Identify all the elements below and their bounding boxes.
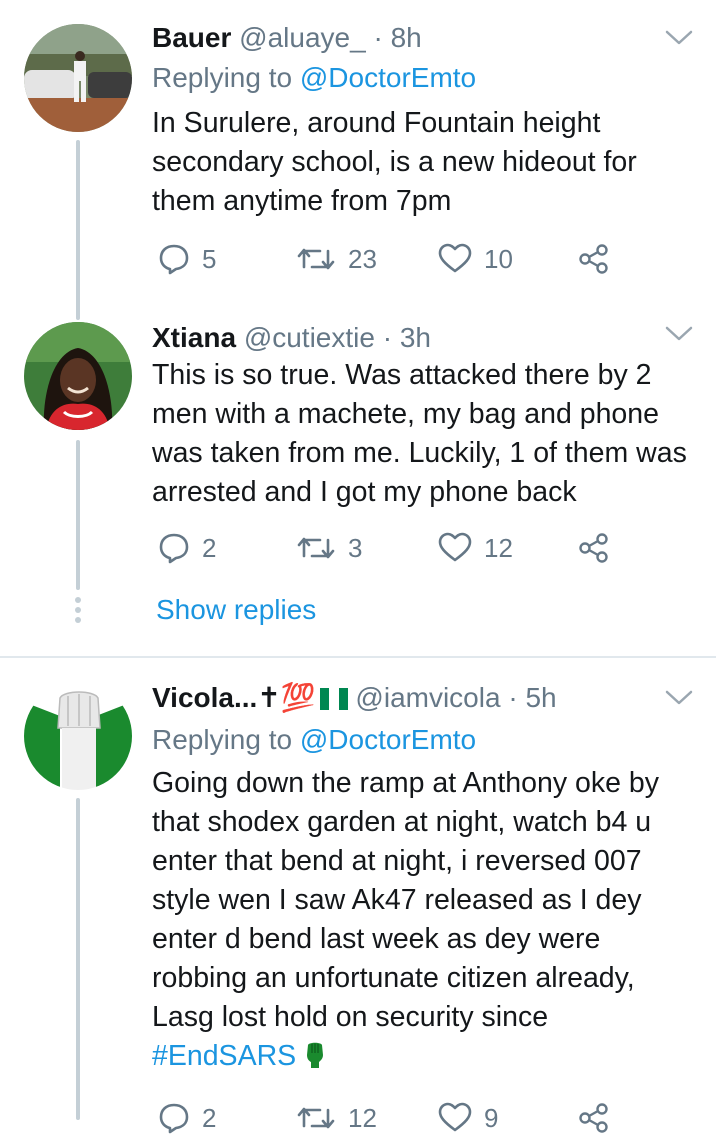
reply-button[interactable]: 5 [158,239,216,279]
reply-icon [158,532,190,564]
tweet-bauer[interactable]: Bauer @aluaye_ · 8h Replying to @DoctorE… [0,0,716,320]
share-button[interactable] [578,239,610,279]
timestamp[interactable]: 5h [525,682,556,713]
nigeria-flag-icon [319,683,348,719]
retweet-button[interactable]: 12 [296,1098,377,1138]
user-handle[interactable]: @cutiextie [244,322,375,353]
avatar[interactable] [24,322,132,430]
replying-prefix: Replying to [152,62,300,93]
avatar[interactable] [24,24,132,132]
tweet-xtiana[interactable]: Xtiana @cutiextie · 3h This is so true. … [0,320,716,656]
tweet-actions: 2 3 12 [152,528,632,568]
tweet-actions: 2 12 9 [152,1098,632,1138]
separator-dot: · [373,22,383,53]
share-icon [578,243,610,275]
share-button[interactable] [578,1098,610,1138]
mention-link[interactable]: @DoctorEmto [300,62,476,93]
reply-count: 5 [202,243,217,274]
share-icon [578,1102,610,1134]
raised-fist-icon [304,1041,326,1080]
retweet-icon [296,532,336,564]
share-button[interactable] [578,528,610,568]
tweet-header: Xtiana @cutiextie · 3h [152,320,431,356]
heart-icon [438,1102,472,1134]
timestamp[interactable]: 3h [400,322,431,353]
avatar[interactable] [24,682,132,790]
replying-to: Replying to @DoctorEmto [152,722,476,758]
timestamp[interactable]: 8h [391,22,422,53]
reply-button[interactable]: 2 [158,528,216,568]
chevron-down-icon[interactable] [664,688,694,708]
reply-button[interactable]: 2 [158,1098,216,1138]
tweet-text: In Surulere, around Fountain height seco… [152,107,637,217]
show-replies-link[interactable]: Show replies [156,592,316,628]
retweet-button[interactable]: 23 [296,239,377,279]
replying-to: Replying to @DoctorEmto [152,60,476,96]
reply-icon [158,1102,190,1134]
tweet-text: This is so true. Was attacked there by 2… [152,359,687,508]
share-icon [578,532,610,564]
more-replies-dots [73,597,83,627]
separator-dot: · [382,322,393,353]
thread-line [76,440,80,590]
separator-dot: · [508,682,518,713]
user-handle[interactable]: @aluaye_ [239,22,366,53]
retweet-count: 23 [348,243,377,274]
retweet-icon [296,243,336,275]
tweet-header: Vicola...✝💯 @iamvicola · 5h [152,680,557,719]
chevron-down-icon[interactable] [664,324,694,344]
like-button[interactable]: 9 [438,1098,498,1138]
thread-line [76,798,80,1120]
mention-link[interactable]: @DoctorEmto [300,724,476,755]
reply-icon [158,243,190,275]
like-button[interactable]: 12 [438,528,513,568]
retweet-button[interactable]: 3 [296,528,362,568]
tweet-body: Going down the ramp at Anthony oke by th… [152,767,659,1033]
thread-line [76,140,80,320]
tweet-vicola[interactable]: Vicola...✝💯 @iamvicola · 5h Replying to … [0,658,716,1134]
display-name[interactable]: Bauer [152,22,231,53]
like-button[interactable]: 10 [438,239,513,279]
replying-prefix: Replying to [152,724,300,755]
retweet-count: 3 [348,532,363,563]
retweet-icon [296,1102,336,1134]
hashtag-link[interactable]: #EndSARS [152,1040,296,1072]
reply-count: 2 [202,532,217,563]
like-count: 9 [484,1102,499,1133]
reply-count: 2 [202,1102,217,1133]
display-name[interactable]: Vicola...✝💯 [152,682,316,713]
like-count: 12 [484,532,513,563]
heart-icon [438,532,472,564]
tweet-text: Going down the ramp at Anthony oke by th… [152,764,697,1080]
display-name[interactable]: Xtiana [152,322,236,353]
heart-icon [438,243,472,275]
user-handle[interactable]: @iamvicola [355,682,500,713]
tweet-actions: 5 23 10 [152,239,632,279]
tweet-header: Bauer @aluaye_ · 8h [152,20,422,56]
retweet-count: 12 [348,1102,377,1133]
chevron-down-icon[interactable] [664,28,694,48]
like-count: 10 [484,243,513,274]
